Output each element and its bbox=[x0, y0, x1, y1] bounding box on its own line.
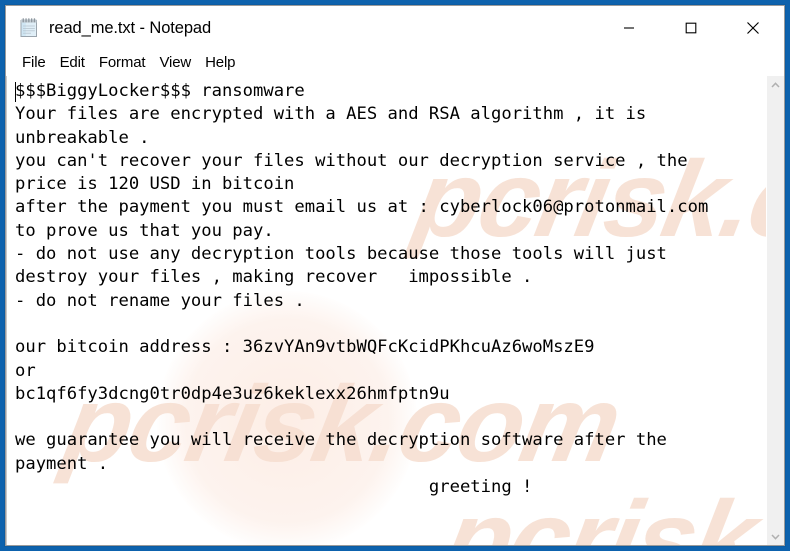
window-title: read_me.txt - Notepad bbox=[49, 18, 212, 37]
text-caret bbox=[15, 82, 16, 102]
menu-item-edit[interactable]: Edit bbox=[53, 52, 92, 74]
minimize-button[interactable] bbox=[598, 6, 660, 50]
menu-item-help[interactable]: Help bbox=[198, 52, 242, 74]
vertical-scrollbar[interactable] bbox=[766, 76, 784, 545]
title-bar[interactable]: read_me.txt - Notepad bbox=[6, 6, 784, 50]
maximize-button[interactable] bbox=[660, 6, 722, 50]
scroll-up-arrow-icon[interactable] bbox=[767, 76, 784, 93]
notepad-window: read_me.txt - Notepad File Edit Format V… bbox=[5, 5, 785, 546]
text-area[interactable]: pcrisk.com pcrisk.com pcrisk.com $$$Bigg… bbox=[6, 76, 766, 545]
ransom-note-text[interactable]: $$$BiggyLocker$$$ ransomware Your files … bbox=[7, 76, 766, 501]
desktop-background: read_me.txt - Notepad File Edit Format V… bbox=[0, 0, 790, 551]
notepad-icon bbox=[18, 17, 40, 39]
menu-item-format[interactable]: Format bbox=[92, 52, 153, 74]
menu-item-view[interactable]: View bbox=[152, 52, 198, 74]
scroll-down-arrow-icon[interactable] bbox=[767, 528, 784, 545]
close-button[interactable] bbox=[722, 6, 784, 50]
menu-item-file[interactable]: File bbox=[15, 52, 53, 74]
editor-region: pcrisk.com pcrisk.com pcrisk.com $$$Bigg… bbox=[6, 75, 784, 545]
window-controls bbox=[598, 6, 784, 50]
menu-bar: File Edit Format View Help bbox=[6, 50, 784, 75]
